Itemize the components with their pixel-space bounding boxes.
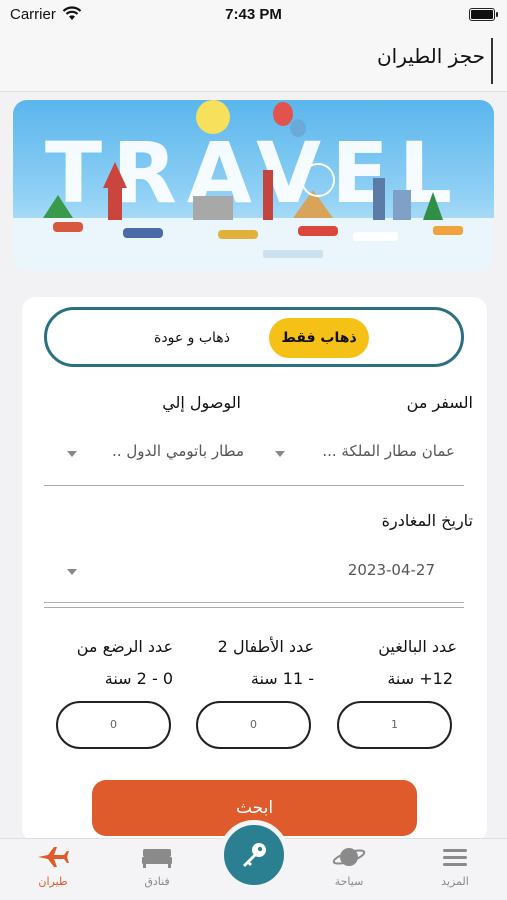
infants-label: عدد الرضع من bbox=[76, 637, 173, 656]
tab-more[interactable]: المزيد bbox=[420, 845, 490, 888]
page-title: حجز الطيران bbox=[376, 44, 485, 68]
tab-flights[interactable]: طيران bbox=[18, 845, 88, 888]
from-label: السفر من bbox=[406, 393, 473, 412]
menu-icon bbox=[443, 849, 467, 866]
tab-tourism-label: سياحة bbox=[334, 875, 364, 888]
bed-icon bbox=[142, 849, 172, 868]
battery-icon bbox=[469, 8, 498, 21]
to-dropdown-icon bbox=[67, 451, 77, 457]
planet-icon bbox=[332, 848, 366, 866]
from-value: عمان مطار الملكة ... bbox=[322, 442, 455, 460]
trip-type-toggle: ذهاب فقط ذهاب و عودة bbox=[44, 307, 464, 367]
children-label: عدد الأطفال 2 bbox=[217, 637, 314, 656]
children-count-field[interactable]: 0 bbox=[196, 701, 311, 749]
clock: 7:43 PM bbox=[225, 6, 282, 23]
airplane-icon bbox=[38, 847, 69, 867]
departure-value: 2023-04-27 bbox=[347, 561, 435, 579]
adults-range: 12+ سنة bbox=[387, 669, 453, 688]
departure-label: تاريخ المغادرة bbox=[381, 511, 473, 530]
date-divider-lower bbox=[44, 607, 464, 608]
location-divider bbox=[44, 485, 464, 486]
round-trip-option[interactable]: ذهاب و عودة bbox=[137, 318, 247, 358]
tab-tourism[interactable]: سياحة bbox=[314, 845, 384, 888]
adults-count-field[interactable]: 1 bbox=[337, 701, 452, 749]
travel-illustration bbox=[13, 100, 494, 271]
infants-range: 0 - 2 سنة bbox=[104, 669, 173, 688]
status-bar: Carrier 7:43 PM bbox=[0, 0, 507, 30]
to-label: الوصول إلي bbox=[162, 393, 241, 412]
date-dropdown-icon bbox=[67, 569, 77, 575]
booking-form-card: ذهاب فقط ذهاب و عودة السفر من الوصول إلي… bbox=[22, 297, 487, 842]
tab-hotels[interactable]: فنادق bbox=[122, 845, 192, 888]
adults-label: عدد البالغين bbox=[378, 637, 457, 656]
children-range: - 11 سنة bbox=[250, 669, 314, 688]
travel-banner: TRAVEL bbox=[13, 100, 494, 271]
to-value: مطار باتومي الدول .. bbox=[112, 442, 244, 460]
tab-more-label: المزيد bbox=[441, 875, 469, 888]
infants-count-field[interactable]: 0 bbox=[56, 701, 171, 749]
title-divider bbox=[491, 38, 493, 84]
flight-booking-screen: Carrier 7:43 PM حجز الطيران TRAVEL ذهاب … bbox=[0, 0, 507, 900]
center-key-button[interactable] bbox=[219, 820, 289, 890]
from-dropdown-icon bbox=[275, 451, 285, 457]
tab-flights-label: طيران bbox=[38, 875, 68, 888]
one-way-option[interactable]: ذهاب فقط bbox=[269, 318, 369, 358]
date-divider bbox=[44, 602, 464, 603]
navigation-bar: حجز الطيران bbox=[0, 30, 507, 92]
tab-hotels-label: فنادق bbox=[144, 875, 170, 888]
key-icon bbox=[243, 843, 266, 867]
